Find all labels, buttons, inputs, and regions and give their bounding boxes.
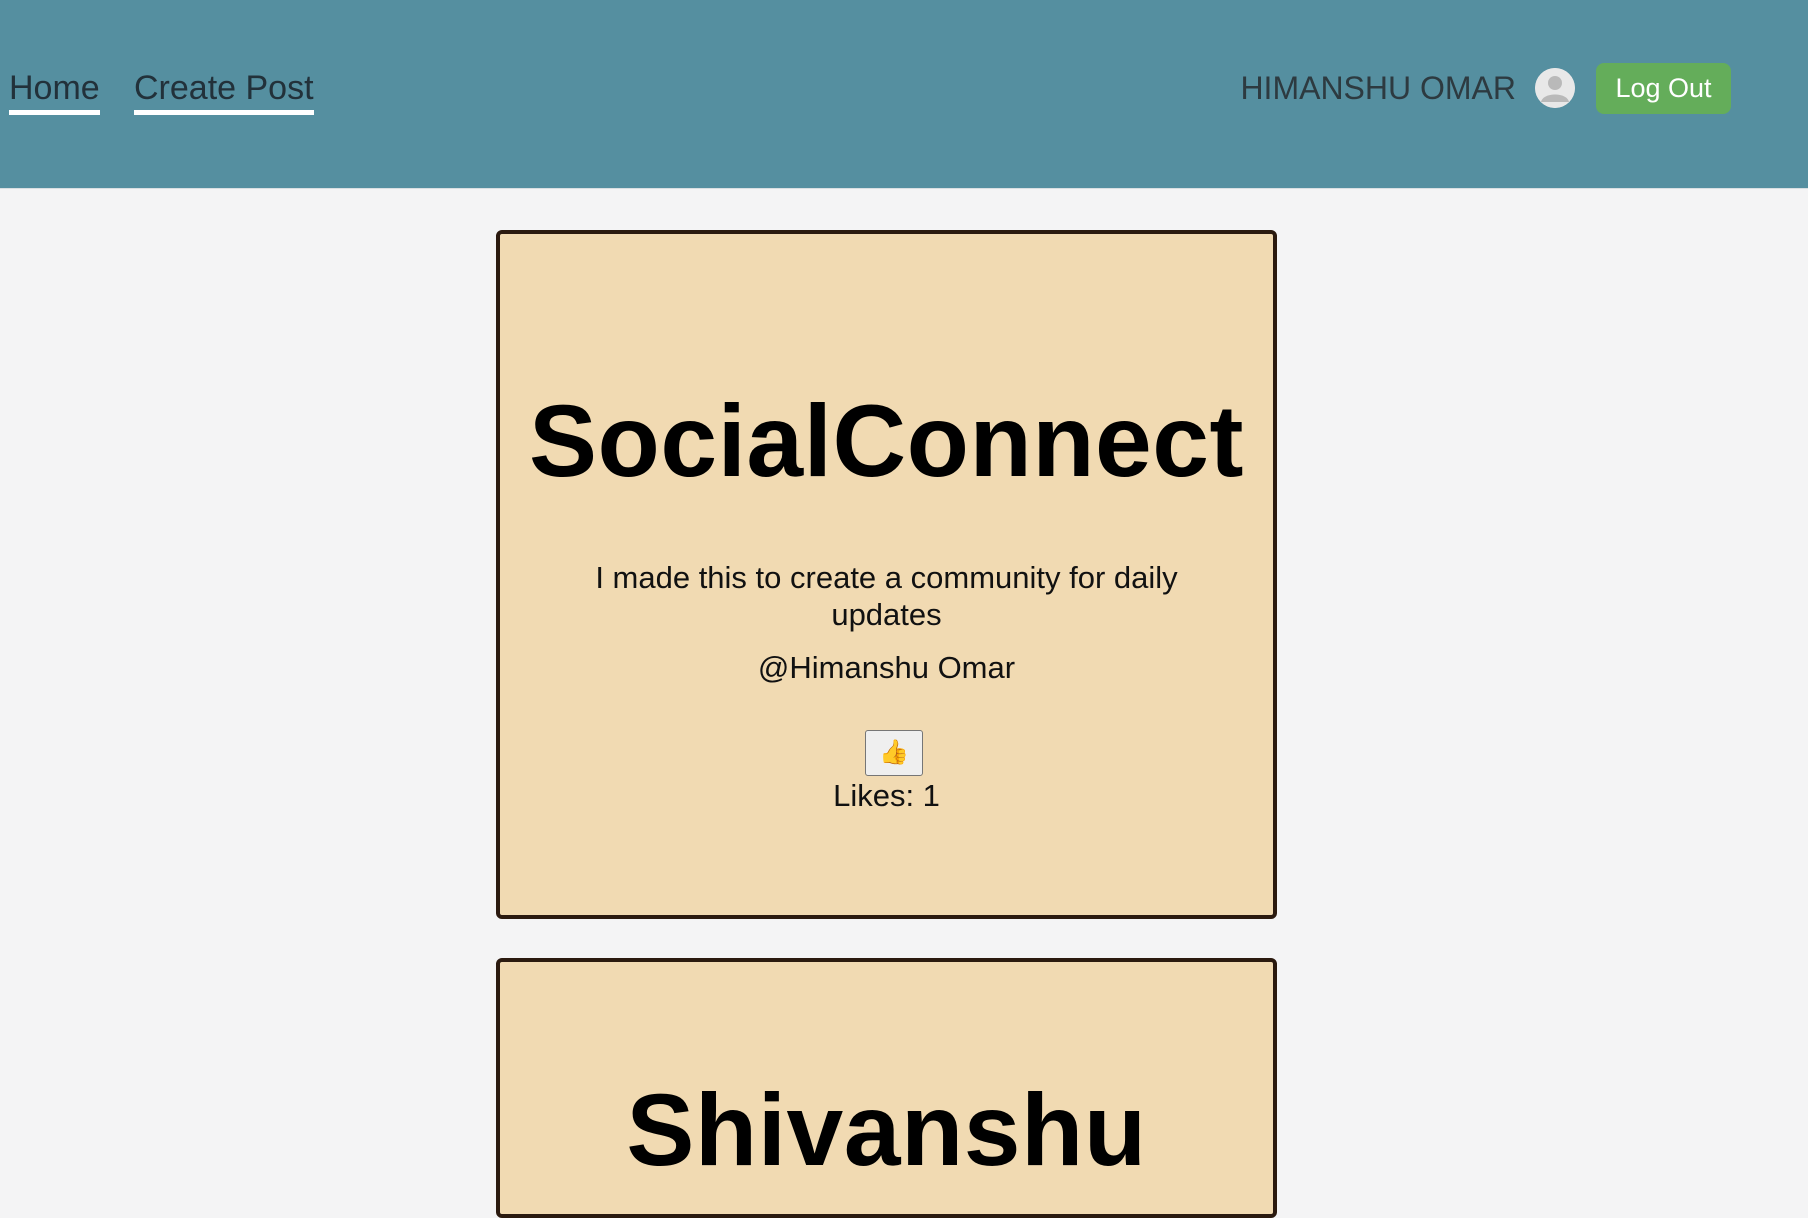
nav-home-link[interactable]: Home [9, 68, 100, 115]
post-card: SocialConnect I made this to create a co… [496, 230, 1277, 919]
logout-button[interactable]: Log Out [1596, 63, 1731, 114]
post-author: @Himanshu Omar [757, 650, 1016, 685]
thumbs-up-icon: 👍 [879, 739, 909, 766]
post-title: Shivanshu [626, 1073, 1147, 1187]
post-title: SocialConnect [529, 384, 1244, 498]
like-button[interactable]: 👍 [865, 730, 923, 776]
post-card: Shivanshu [496, 958, 1277, 1218]
likes-count: Likes: 1 [833, 778, 940, 813]
nav-create-post-link[interactable]: Create Post [134, 68, 314, 115]
navbar: Home Create Post HIMANSHU OMAR Log Out [0, 0, 1808, 189]
user-name: HIMANSHU OMAR [1240, 70, 1516, 106]
post-body: I made this to create a community for da… [595, 560, 1178, 632]
avatar-icon [1535, 68, 1575, 108]
